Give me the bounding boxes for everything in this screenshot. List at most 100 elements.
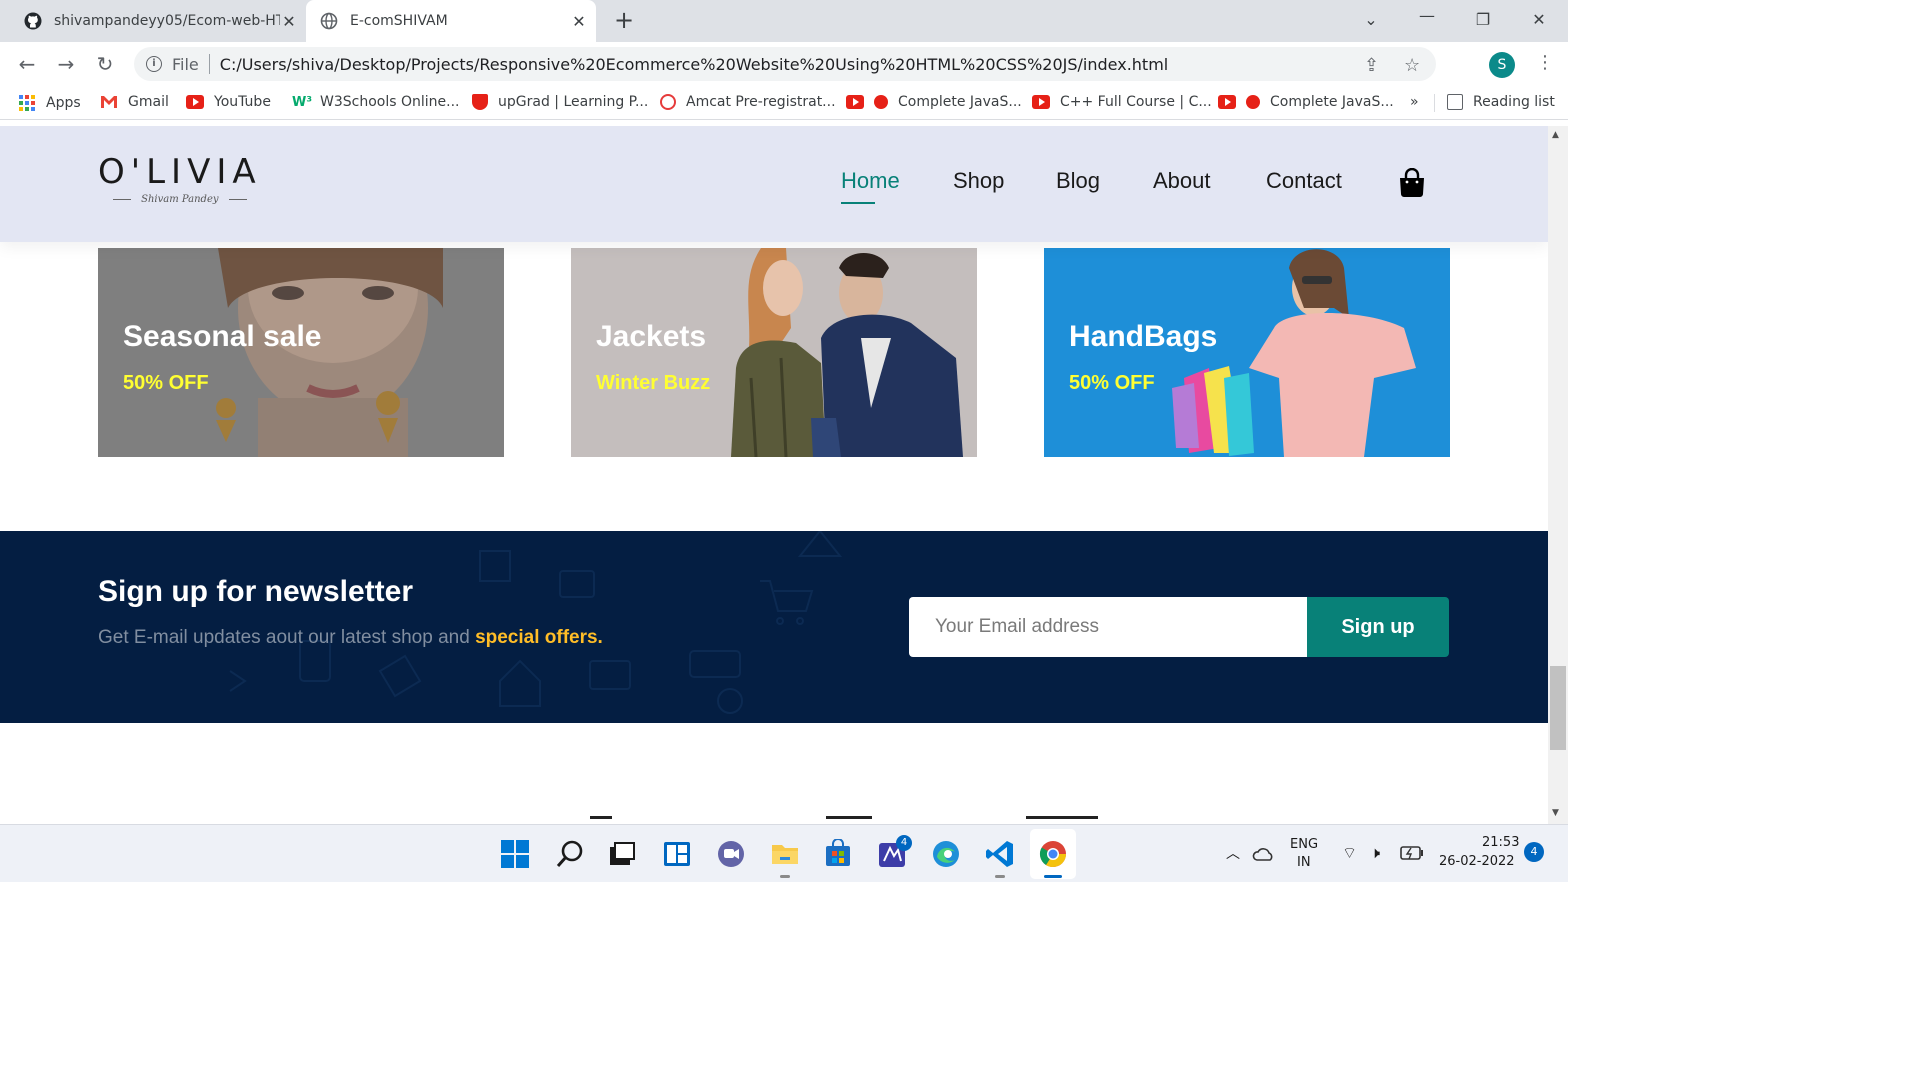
scroll-down-icon[interactable]: ▼ — [1552, 808, 1559, 818]
shopping-bag-icon[interactable] — [1398, 168, 1426, 198]
task-view-icon[interactable] — [607, 839, 637, 869]
signup-button[interactable]: Sign up — [1307, 597, 1449, 657]
windows-start-icon[interactable] — [500, 839, 530, 869]
chevron-down-icon[interactable]: ⌄ — [1361, 10, 1381, 29]
teams-chat-icon[interactable] — [716, 839, 746, 869]
star-icon[interactable]: ☆ — [1404, 55, 1420, 76]
banner-title: HandBags — [1069, 320, 1218, 353]
youtube-icon — [186, 95, 204, 109]
windows-taskbar: 4 ︿ ENG IN ⌔ 🕨 21:53 26-02-2022 — [0, 824, 1568, 882]
footer-section — [0, 816, 1548, 824]
close-window-button[interactable]: ✕ — [1529, 10, 1549, 29]
banner-subtitle: 50% OFF — [123, 372, 209, 394]
address-bar[interactable]: i File C:/Users/shiva/Desktop/Projects/R… — [134, 47, 1436, 81]
banner-title: Jackets — [596, 320, 707, 353]
bookmark-gmail[interactable]: Gmail — [100, 94, 169, 110]
upgrad-icon — [472, 94, 488, 110]
wifi-icon[interactable]: ⌔ — [1342, 843, 1357, 863]
youtube-icon — [846, 95, 864, 109]
bookmarks-bar: Apps Gmail YouTube W³ W3Schools Online..… — [0, 86, 1568, 120]
share-icon[interactable]: ⇪ — [1364, 55, 1379, 76]
clock-time[interactable]: 21:53 — [1482, 835, 1519, 850]
clock-date[interactable]: 26-02-2022 — [1439, 854, 1515, 869]
email-field[interactable] — [909, 597, 1307, 657]
bookmark-label: Gmail — [128, 94, 169, 110]
chevron-up-icon[interactable]: ︿ — [1226, 843, 1240, 863]
newsletter-description: Get E-mail updates aout our latest shop … — [98, 627, 470, 648]
amcat-icon — [660, 94, 676, 110]
close-tab-icon[interactable]: ✕ — [570, 12, 588, 31]
bookmark-cpp-course[interactable]: C++ Full Course | C... — [1032, 94, 1212, 110]
battery-icon[interactable] — [1400, 846, 1424, 860]
profile-avatar[interactable]: S — [1489, 52, 1515, 78]
bookmark-w3schools[interactable]: W³ W3Schools Online... — [292, 94, 459, 110]
banner-handbags[interactable]: HandBags 50% OFF — [1044, 248, 1450, 457]
bookmark-label: Complete JavaS... — [898, 94, 1022, 110]
reading-list-button[interactable]: Reading list — [1447, 94, 1555, 110]
divider — [1434, 94, 1435, 112]
chrome-icon[interactable] — [1038, 839, 1068, 869]
region-code[interactable]: IN — [1297, 855, 1311, 870]
bookmark-js-course-2[interactable]: Complete JavaS... — [1218, 94, 1394, 110]
more-bookmarks-button[interactable]: » — [1410, 94, 1419, 110]
onedrive-icon[interactable] — [1252, 845, 1276, 863]
menu-icon[interactable]: ⋮ — [1536, 52, 1554, 73]
new-tab-button[interactable]: + — [612, 8, 636, 32]
close-tab-icon[interactable]: ✕ — [280, 12, 298, 31]
github-icon — [24, 12, 42, 30]
youtube-icon — [1218, 95, 1236, 109]
bookmark-label: Apps — [46, 95, 81, 111]
url-text[interactable]: C:/Users/shiva/Desktop/Projects/Responsi… — [220, 55, 1168, 74]
youtube-icon — [1032, 95, 1050, 109]
newsletter-section: Sign up for newsletter Get E-mail update… — [0, 531, 1548, 723]
widgets-icon[interactable] — [662, 839, 692, 869]
tab-ecom[interactable]: E-comSHIVAM ✕ — [306, 0, 596, 42]
nav-shop[interactable]: Shop — [953, 168, 1004, 194]
bookmark-youtube[interactable]: YouTube — [186, 94, 271, 110]
banner-subtitle: Winter Buzz — [596, 372, 711, 394]
bookmark-js-course-1[interactable]: Complete JavaS... — [846, 94, 1022, 110]
w3schools-icon: W³ — [292, 95, 313, 110]
bookmark-amcat[interactable]: Amcat Pre-registrat... — [660, 94, 836, 110]
tab-title: shivampandeyy05/Ecom-web-HT — [54, 13, 280, 29]
banner-jackets[interactable]: Jackets Winter Buzz — [571, 248, 977, 457]
record-icon — [1246, 95, 1260, 109]
apps-grid-icon — [19, 95, 35, 111]
forward-button[interactable]: → — [55, 53, 77, 75]
language-code[interactable]: ENG — [1290, 837, 1318, 852]
scroll-up-icon[interactable]: ▲ — [1552, 130, 1559, 140]
nav-home[interactable]: Home — [841, 168, 900, 204]
nav-about[interactable]: About — [1153, 168, 1211, 194]
record-icon — [874, 95, 888, 109]
edge-browser-icon[interactable] — [931, 839, 961, 869]
notification-count-badge[interactable]: 4 — [1524, 842, 1544, 862]
banner-subtitle: 50% OFF — [1069, 372, 1155, 394]
nav-blog[interactable]: Blog — [1056, 168, 1100, 194]
globe-icon — [320, 12, 338, 30]
page-scrollbar[interactable]: ▲ ▼ — [1548, 126, 1568, 824]
site-logo[interactable]: O'LIVIA Shivam Pandey — [98, 152, 262, 205]
bookmark-label: W3Schools Online... — [320, 94, 460, 110]
scrollbar-thumb[interactable] — [1550, 666, 1566, 750]
bookmark-apps[interactable]: Apps — [18, 94, 81, 112]
reload-button[interactable]: ↻ — [94, 53, 116, 75]
newsletter-text: Get E-mail updates aout our latest shop … — [98, 627, 603, 649]
site-header: O'LIVIA Shivam Pandey Home Shop Blog Abo… — [0, 126, 1548, 242]
nav-contact[interactable]: Contact — [1266, 168, 1342, 194]
tab-github[interactable]: shivampandeyy05/Ecom-web-HT ✕ — [10, 0, 306, 42]
gmail-icon — [101, 96, 117, 108]
info-icon[interactable]: i — [146, 56, 162, 72]
bookmark-label: Complete JavaS... — [1270, 94, 1394, 110]
file-explorer-icon[interactable] — [770, 839, 800, 869]
restore-button[interactable]: ❐ — [1473, 10, 1493, 29]
vscode-icon[interactable] — [985, 839, 1015, 869]
volume-muted-icon[interactable]: 🕨 — [1370, 843, 1380, 863]
back-button[interactable]: ← — [16, 53, 38, 75]
microsoft-store-icon[interactable] — [823, 839, 853, 869]
bookmark-upgrad[interactable]: upGrad | Learning P... — [472, 94, 648, 110]
minimize-button[interactable]: — — [1417, 6, 1437, 25]
reading-list-label: Reading list — [1473, 94, 1555, 110]
banner-seasonal-sale[interactable]: Seasonal sale 50% OFF — [98, 248, 504, 457]
running-indicator — [995, 875, 1005, 878]
search-icon[interactable] — [555, 839, 585, 869]
